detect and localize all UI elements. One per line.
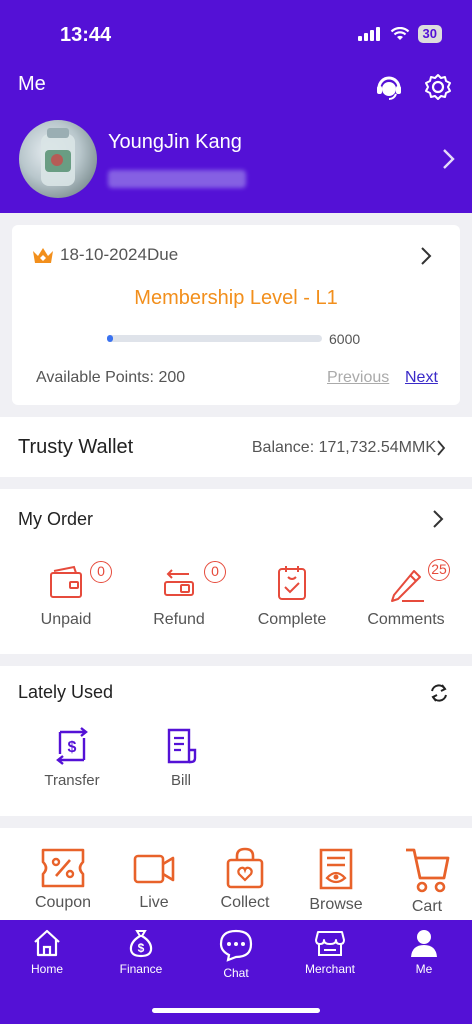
- next-level-link[interactable]: Next: [405, 369, 438, 387]
- tool-collect-label: Collect: [220, 894, 270, 911]
- refund-icon: [164, 569, 194, 596]
- person-icon: [411, 930, 437, 957]
- wallet-icon: [50, 565, 82, 598]
- order-comments[interactable]: 25 Comments: [356, 559, 456, 629]
- svg-text:$: $: [68, 739, 77, 756]
- tool-browse[interactable]: Browse: [296, 846, 376, 914]
- tool-coupon[interactable]: Coupon: [23, 846, 103, 912]
- tab-finance-label: Finance: [119, 962, 163, 976]
- lately-used-section: Lately Used $ Transfer Bill: [0, 666, 472, 816]
- phone-number-redacted: [108, 170, 246, 188]
- clipboard-check-icon: [278, 566, 306, 600]
- bill-icon: [167, 728, 197, 764]
- tab-chat-label: Chat: [223, 966, 249, 980]
- lately-bill[interactable]: Bill: [141, 726, 221, 789]
- tool-live-label: Live: [139, 894, 169, 911]
- status-icons: 30: [357, 25, 442, 43]
- wallet-balance: Balance: 171,732.54MMK: [251, 439, 436, 456]
- order-complete-label: Complete: [257, 611, 327, 628]
- wallet-row[interactable]: Trusty Wallet Balance: 171,732.54MMK: [0, 417, 472, 477]
- order-refund[interactable]: 0 Refund: [129, 561, 229, 629]
- tool-coupon-label: Coupon: [34, 894, 92, 911]
- tool-collect[interactable]: Collect: [205, 846, 285, 912]
- membership-card[interactable]: 18-10-2024Due Membership Level - L1 6000…: [12, 225, 460, 405]
- bag-heart-icon: [226, 847, 264, 889]
- status-time: 13:44: [60, 24, 112, 46]
- store-icon: [315, 931, 345, 956]
- order-unpaid[interactable]: 0 Unpaid: [16, 561, 116, 629]
- home-indicator: [152, 1008, 320, 1013]
- order-unpaid-label: Unpaid: [40, 611, 92, 628]
- chevron-right-icon[interactable]: [432, 509, 444, 529]
- order-comments-label: Comments: [367, 611, 445, 628]
- membership-level: Membership Level - L1: [134, 287, 338, 309]
- points-progress-fill: [107, 335, 113, 342]
- tools-section: Coupon Live Collect Browse Cart: [0, 828, 472, 928]
- order-refund-label: Refund: [153, 611, 205, 628]
- tab-merchant[interactable]: Merchant: [290, 928, 370, 976]
- tab-finance[interactable]: $ Finance: [101, 928, 181, 976]
- wallet-title: Trusty Wallet: [18, 436, 134, 458]
- avatar[interactable]: [19, 120, 97, 198]
- unpaid-count-badge: 0: [90, 561, 112, 583]
- home-icon: [34, 929, 60, 957]
- signal-icon: [357, 27, 380, 41]
- tool-live[interactable]: Live: [114, 846, 194, 912]
- tab-home[interactable]: Home: [7, 928, 87, 976]
- refresh-icon[interactable]: [428, 682, 450, 704]
- tab-me[interactable]: Me: [384, 928, 464, 976]
- refund-count-badge: 0: [204, 561, 226, 583]
- chat-icon: [219, 929, 253, 962]
- browse-icon: [319, 848, 353, 890]
- my-order-section: My Order 0 Unpaid 0 Refund Complete 25 C…: [0, 489, 472, 654]
- tab-merchant-label: Merchant: [304, 962, 356, 976]
- chevron-right-icon[interactable]: [436, 439, 446, 457]
- points-target: 6000: [329, 331, 361, 347]
- tool-cart[interactable]: Cart: [387, 846, 467, 916]
- lately-bill-label: Bill: [170, 772, 191, 789]
- tab-chat[interactable]: Chat: [196, 928, 276, 980]
- customer-service-icon[interactable]: [374, 72, 404, 102]
- tool-cart-label: Cart: [411, 898, 443, 915]
- username: YoungJin Kang: [108, 131, 242, 153]
- crown-icon: [33, 248, 53, 263]
- avatar-photo: [41, 128, 75, 186]
- lately-used-title: Lately Used: [18, 682, 114, 702]
- order-complete[interactable]: Complete: [242, 563, 342, 629]
- comments-count-badge: 25: [428, 559, 450, 581]
- tab-me-label: Me: [415, 962, 433, 976]
- money-bag-icon: $: [129, 930, 153, 958]
- points-progress-bar: [107, 335, 322, 342]
- svg-text:$: $: [138, 941, 145, 955]
- chevron-right-icon[interactable]: [442, 148, 456, 170]
- my-order-title: My Order: [18, 509, 94, 529]
- pencil-icon: [391, 570, 424, 602]
- transfer-icon: $: [56, 727, 88, 765]
- lately-transfer-label: Transfer: [44, 772, 100, 789]
- tab-home-label: Home: [30, 962, 63, 976]
- previous-level-link[interactable]: Previous: [327, 369, 389, 387]
- coupon-icon: [41, 848, 85, 888]
- cart-icon: [406, 848, 450, 893]
- lately-transfer[interactable]: $ Transfer: [32, 726, 112, 789]
- video-icon: [133, 854, 175, 884]
- page-title: Me: [18, 73, 46, 95]
- profile-header: 13:44 30 Me YoungJin Kang: [0, 0, 472, 213]
- chevron-right-icon[interactable]: [420, 246, 432, 266]
- membership-due-date: 18-10-2024Due: [60, 245, 179, 264]
- wifi-icon: [390, 27, 409, 40]
- tool-browse-label: Browse: [309, 896, 363, 913]
- battery-indicator: 30: [417, 25, 442, 43]
- available-points: Available Points: 200: [36, 369, 186, 386]
- settings-gear-icon[interactable]: [423, 72, 453, 102]
